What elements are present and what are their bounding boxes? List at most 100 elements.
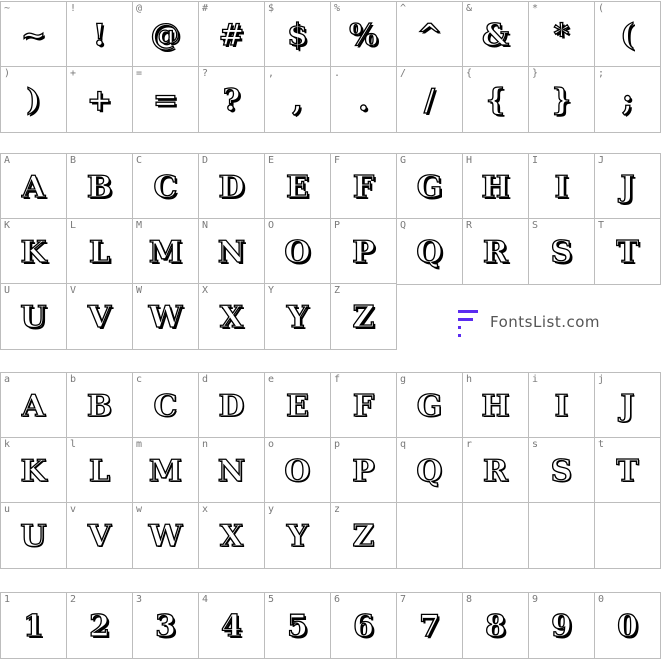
glyph-cell: LL xyxy=(66,218,133,285)
glyph-cell: 11 xyxy=(0,592,67,659)
glyph-sample: W xyxy=(148,518,183,554)
glyph-cell: ;; xyxy=(594,66,661,133)
glyph-key-label: t xyxy=(598,439,605,450)
glyph-key-label: A xyxy=(4,155,11,166)
glyph-cell: 00 xyxy=(594,592,661,659)
glyph-sample: 1 xyxy=(22,608,44,644)
glyph-sample: P xyxy=(352,453,376,489)
glyph-cell: dD xyxy=(198,372,265,439)
glyph-cell: ,, xyxy=(264,66,331,133)
glyph-sample: S xyxy=(550,453,573,489)
glyph-cell: TT xyxy=(594,218,661,285)
glyph-cell: SS xyxy=(528,218,595,285)
glyph-sample: 5 xyxy=(286,608,308,644)
glyph-key-label: O xyxy=(268,220,275,231)
lowercase-section: aAbBcCdDeEfFgGhHiIjJkKlLmMnNoOpPqQrRsStT… xyxy=(0,372,670,569)
glyph-key-label: Y xyxy=(268,285,275,296)
glyph-cell xyxy=(396,502,463,569)
glyph-cell: QQ xyxy=(396,218,463,285)
glyph-cell: zZ xyxy=(330,502,397,569)
glyph-key-label: = xyxy=(136,68,143,79)
glyph-key-label: ( xyxy=(598,3,605,14)
glyph-sample: ) xyxy=(26,82,42,118)
glyph-sample: 9 xyxy=(550,608,572,644)
glyph-sample: 8 xyxy=(484,608,506,644)
glyph-cell: bB xyxy=(66,372,133,439)
glyph-sample: E xyxy=(285,169,309,205)
glyph-key-label: & xyxy=(466,3,473,14)
glyph-sample: ; xyxy=(621,82,634,118)
glyph-sample: N xyxy=(217,453,246,489)
glyph-key-label: + xyxy=(70,68,77,79)
glyph-sample: C xyxy=(153,388,178,424)
glyph-key-label: o xyxy=(268,439,275,450)
glyph-sample: A xyxy=(21,169,46,205)
glyph-cell: uU xyxy=(0,502,67,569)
glyph-key-label: C xyxy=(136,155,143,166)
glyph-key-label: ? xyxy=(202,68,209,79)
glyph-key-label: I xyxy=(532,155,539,166)
glyph-key-label: E xyxy=(268,155,275,166)
glyph-cell: mM xyxy=(132,437,199,504)
glyph-cell: .. xyxy=(330,66,397,133)
glyph-cell: 99 xyxy=(528,592,595,659)
glyph-sample: . xyxy=(358,82,370,118)
glyph-cell: 44 xyxy=(198,592,265,659)
glyph-cell: aA xyxy=(0,372,67,439)
glyph-key-label: { xyxy=(466,68,473,79)
glyph-sample: # xyxy=(218,17,245,53)
glyph-cell: gG xyxy=(396,372,463,439)
glyph-cell: !! xyxy=(66,1,133,68)
glyph-cell: jJ xyxy=(594,372,661,439)
glyph-key-label: d xyxy=(202,374,209,385)
glyph-cell: CC xyxy=(132,153,199,220)
glyph-sample: O xyxy=(284,234,311,270)
glyph-key-label: ) xyxy=(4,68,11,79)
glyph-cell xyxy=(528,502,595,569)
glyph-cell: 77 xyxy=(396,592,463,659)
glyph-key-label: ; xyxy=(598,68,605,79)
glyph-key-label: 7 xyxy=(400,594,407,605)
glyph-cell: * * xyxy=(528,1,595,68)
glyph-cell: }} xyxy=(528,66,595,133)
glyph-sample: B xyxy=(86,169,113,205)
glyph-key-label: Q xyxy=(400,220,407,231)
glyph-cell: OO xyxy=(264,218,331,285)
font-preview-sheet: ~ ~!! @ @ # # $ $%% ^ ^ & & * *(()) + + = =??,,.. / /{{}};;… xyxy=(0,0,670,660)
glyph-sample: F xyxy=(352,388,375,424)
glyph-key-label: v xyxy=(70,504,77,515)
glyph-key-label: b xyxy=(70,374,77,385)
glyph-sample: D xyxy=(218,388,245,424)
glyph-key-label: f xyxy=(334,374,341,385)
glyph-key-label: 4 xyxy=(202,594,209,605)
glyph-key-label: 5 xyxy=(268,594,275,605)
glyph-key-label: X xyxy=(202,285,209,296)
glyph-key-label: % xyxy=(334,3,341,14)
glyph-key-label: $ xyxy=(268,3,275,14)
glyph-sample: & xyxy=(481,17,510,53)
glyph-key-label: U xyxy=(4,285,11,296)
glyph-sample: Z xyxy=(352,299,375,335)
glyph-key-label: 1 xyxy=(4,594,11,605)
digits-section: 11223344556677889900 xyxy=(0,592,670,659)
glyph-sample: M xyxy=(148,234,183,270)
glyph-cell: 22 xyxy=(66,592,133,659)
glyph-cell: vV xyxy=(66,502,133,569)
glyph-key-label: u xyxy=(4,504,11,515)
glyph-key-label: P xyxy=(334,220,341,231)
glyph-sample: V xyxy=(87,518,112,554)
glyph-sample: U xyxy=(20,518,47,554)
glyph-cell: 55 xyxy=(264,592,331,659)
glyph-cell: & & xyxy=(462,1,529,68)
glyph-key-label: 6 xyxy=(334,594,341,605)
glyph-cell: NN xyxy=(198,218,265,285)
glyph-key-label: n xyxy=(202,439,209,450)
glyph-cell: xX xyxy=(198,502,265,569)
glyph-key-label: w xyxy=(136,504,143,515)
glyph-cell: iI xyxy=(528,372,595,439)
symbols-section: ~ ~!! @ @ # # $ $%% ^ ^ & & * *(()) + + = =??,,.. / /{{}};; xyxy=(0,1,670,133)
glyph-cell: sS xyxy=(528,437,595,504)
glyph-key-label: x xyxy=(202,504,209,515)
glyph-cell: wW xyxy=(132,502,199,569)
glyph-cell: ZZ xyxy=(330,283,397,350)
